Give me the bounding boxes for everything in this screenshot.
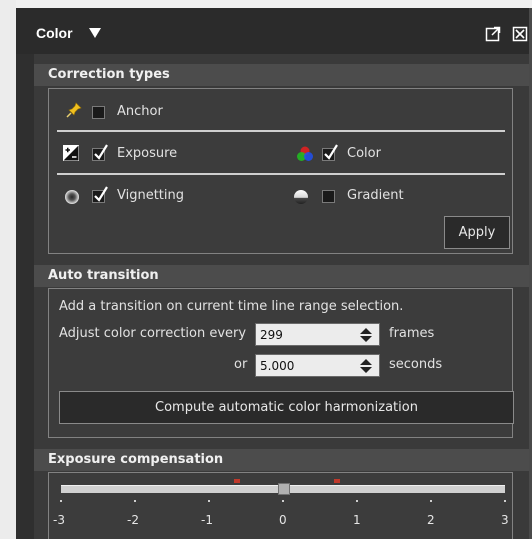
slider-tick-label: -3	[53, 513, 65, 527]
frames-field[interactable]: 299	[255, 323, 380, 346]
slider-marker	[234, 479, 240, 483]
auto-transition-description: Add a transition on current time line ra…	[59, 299, 404, 314]
slider-tick-label: -2	[127, 513, 139, 527]
gradient-checkbox[interactable]	[322, 190, 335, 203]
gradient-label: Gradient	[347, 188, 404, 203]
slider-tick	[504, 500, 506, 502]
spin-arrows-icon[interactable]	[359, 327, 373, 343]
popout-icon[interactable]	[485, 26, 501, 42]
color-panel: Color Correction types Anchor Exposure C…	[16, 8, 529, 539]
slider-tick	[208, 500, 210, 502]
slider-tick	[134, 500, 136, 502]
window-top-strip	[0, 0, 532, 8]
exposure-slider-thumb[interactable]	[278, 483, 290, 495]
panel-title: Color	[36, 25, 73, 41]
slider-tick	[282, 500, 284, 502]
seconds-field[interactable]: 5.000	[255, 354, 380, 377]
correction-types-header: Correction types	[34, 64, 529, 86]
rgb-circles-icon	[297, 146, 313, 161]
vignetting-label: Vignetting	[117, 188, 185, 203]
adjust-label: Adjust color correction every	[59, 326, 247, 341]
slider-tick-label: 2	[427, 513, 435, 527]
slider-tick-label: 1	[353, 513, 361, 527]
seconds-value: 5.000	[260, 359, 295, 373]
slider-marker	[334, 479, 340, 483]
triangle-down-icon[interactable]	[89, 28, 101, 38]
panel-content: Correction types Anchor Exposure Color V…	[34, 54, 529, 539]
slider-tick	[60, 500, 62, 502]
frames-unit: frames	[389, 326, 435, 341]
left-gutter	[0, 0, 16, 539]
exposure-label: Exposure	[117, 146, 178, 161]
auto-transition-header: Auto transition	[34, 265, 529, 287]
pin-icon	[66, 102, 82, 118]
compute-harmonization-button[interactable]: Compute automatic color harmonization	[59, 391, 514, 424]
spin-arrows-icon[interactable]	[359, 358, 373, 374]
gradient-circle-icon	[294, 190, 308, 204]
vignette-circle-icon	[65, 190, 79, 204]
panel-titlebar: Color	[16, 8, 529, 54]
separator	[57, 173, 505, 175]
apply-button[interactable]: Apply	[444, 216, 510, 249]
slider-tick-label: 3	[501, 513, 509, 527]
exposure-checkbox[interactable]	[92, 144, 108, 161]
anchor-checkbox[interactable]	[92, 106, 105, 119]
separator	[57, 130, 505, 132]
exposure-compensation-header: Exposure compensation	[34, 449, 529, 471]
or-label: or	[234, 357, 248, 372]
color-checkbox[interactable]	[322, 144, 338, 161]
anchor-label: Anchor	[117, 104, 163, 119]
vignetting-checkbox[interactable]	[92, 186, 108, 203]
slider-tick	[430, 500, 432, 502]
slider-tick-label: -1	[201, 513, 213, 527]
correction-types-box: Anchor Exposure Color Vignetting Gradien…	[48, 88, 513, 254]
slider-tick	[356, 500, 358, 502]
color-label: Color	[347, 146, 381, 161]
exposure-compensation-box: -3 -2 -1 0 1 2 3	[48, 472, 513, 539]
exposure-plusminus-icon	[63, 145, 79, 161]
slider-tick-label: 0	[279, 513, 287, 527]
frames-value: 299	[260, 328, 283, 342]
seconds-unit: seconds	[389, 357, 443, 372]
auto-transition-box: Add a transition on current time line ra…	[48, 288, 514, 438]
close-icon[interactable]	[512, 26, 528, 42]
